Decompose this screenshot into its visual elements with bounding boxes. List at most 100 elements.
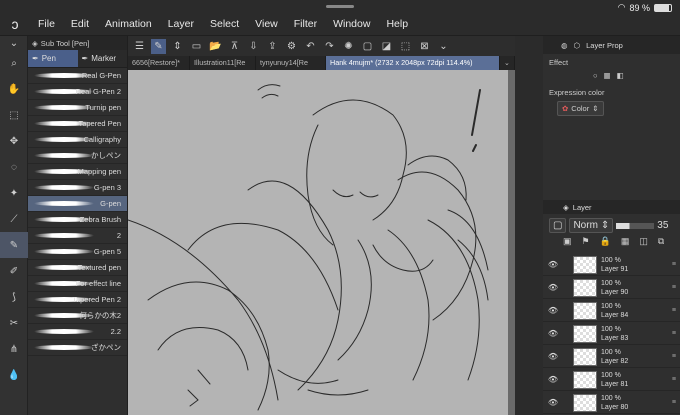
drawing-canvas[interactable] xyxy=(128,70,508,415)
menu-file[interactable]: File xyxy=(30,12,63,36)
brush-item[interactable]: 2 xyxy=(28,228,127,244)
layer-select-box[interactable]: ▢ xyxy=(549,218,567,233)
layer-property-icon[interactable]: ⬡ xyxy=(574,41,581,50)
tab-pen[interactable]: ✒ Pen xyxy=(28,50,78,67)
tab-layer[interactable]: Layer xyxy=(573,203,592,212)
pen-tool-icon[interactable]: ✎ xyxy=(0,232,28,258)
fill-icon[interactable]: ◪ xyxy=(379,39,394,54)
app-logo-icon[interactable]: ɔ xyxy=(0,12,30,36)
border-effect-icon[interactable]: ○ xyxy=(593,71,598,80)
layer-row[interactable]: 👁 100 % Layer 83 ≡ xyxy=(543,323,680,345)
brush-item[interactable]: かしペン xyxy=(28,148,127,164)
tab-layer-property[interactable]: Layer Prop xyxy=(586,41,623,50)
eye-icon[interactable]: 👁 xyxy=(547,306,559,315)
layer-row[interactable]: 👁 100 % Layer 80 ≡ xyxy=(543,392,680,414)
layer-menu-icon[interactable]: ≡ xyxy=(672,307,676,314)
brush-tool-icon[interactable]: ⟆ xyxy=(0,284,28,310)
brush-item[interactable]: Turnip pen xyxy=(28,100,127,116)
menu-filter[interactable]: Filter xyxy=(286,12,325,36)
chevron-updown-icon[interactable]: ⇕ xyxy=(170,39,185,54)
expression-color-select[interactable]: ✿ Color ⇕ xyxy=(557,101,604,116)
menu-view[interactable]: View xyxy=(247,12,286,36)
brush-item[interactable]: ざかペン xyxy=(28,340,127,356)
tool-property-icon[interactable]: ◍ xyxy=(561,41,568,50)
collapse-icon[interactable]: ⌄ xyxy=(436,39,451,54)
undo-icon[interactable]: ↶ xyxy=(303,39,318,54)
brush-item[interactable]: Tapered Pen 2 xyxy=(28,292,127,308)
layer-menu-icon[interactable]: ≡ xyxy=(672,353,676,360)
tabs-chevron-icon[interactable]: ⌄ xyxy=(500,56,515,70)
open-icon[interactable]: 📂 xyxy=(208,39,223,54)
clip-icon[interactable]: ▣ xyxy=(563,236,572,247)
brush-item[interactable]: G-pen 5 xyxy=(28,244,127,260)
tab-marker[interactable]: ✒ Marker xyxy=(78,50,128,67)
menu-select[interactable]: Select xyxy=(202,12,247,36)
drag-handle[interactable] xyxy=(326,5,354,8)
decoration-tool-icon[interactable]: ✂ xyxy=(0,310,28,336)
menu-layer[interactable]: Layer xyxy=(160,12,202,36)
canvas-scrollbar[interactable] xyxy=(508,70,515,415)
transform-icon[interactable]: ⬚ xyxy=(398,39,413,54)
tab-canvas-active[interactable]: Hank 4mujm* (2732 x 2048px 72dpi 114.4%) xyxy=(326,56,500,70)
menu-icon[interactable]: ☰ xyxy=(132,39,147,54)
eye-icon[interactable]: 👁 xyxy=(547,260,559,269)
lock-icon[interactable]: 🔒 xyxy=(600,236,611,247)
eye-icon[interactable]: 👁 xyxy=(547,375,559,384)
new-file-icon[interactable]: ▭ xyxy=(189,39,204,54)
color-effect-icon[interactable]: ◧ xyxy=(617,71,624,80)
brush-item[interactable]: For effect line xyxy=(28,276,127,292)
lock-alpha-icon[interactable]: ▦ xyxy=(621,236,630,247)
layer-menu-icon[interactable]: ≡ xyxy=(672,284,676,291)
layer-row[interactable]: 👁 100 % Layer 84 ≡ xyxy=(543,300,680,322)
layer-menu-icon[interactable]: ≡ xyxy=(672,261,676,268)
layer-row[interactable]: 👁 100 % Layer 90 ≡ xyxy=(543,277,680,299)
brush-item[interactable]: Calligraphy xyxy=(28,132,127,148)
opacity-slider[interactable] xyxy=(616,222,655,229)
export-icon[interactable]: ⇩ xyxy=(246,39,261,54)
pencil-tool-icon[interactable]: ✐ xyxy=(0,258,28,284)
blend-tool-icon[interactable]: 💧 xyxy=(0,362,28,388)
zoom-tool-icon[interactable]: ⌕ xyxy=(0,50,28,76)
operation-tool-icon[interactable]: ⬚ xyxy=(0,102,28,128)
layers-icon[interactable]: ◈ xyxy=(563,203,569,212)
save-icon[interactable]: ⊼ xyxy=(227,39,242,54)
menu-animation[interactable]: Animation xyxy=(97,12,160,36)
clear-icon[interactable]: ▢ xyxy=(360,39,375,54)
edit-icon[interactable]: ✎ xyxy=(151,38,166,54)
redo-icon[interactable]: ↷ xyxy=(322,39,337,54)
tab-canvas-1[interactable]: 6656[Restore]* xyxy=(128,56,190,70)
reference-icon[interactable]: ⚑ xyxy=(582,236,590,247)
menu-edit[interactable]: Edit xyxy=(63,12,97,36)
loading-icon[interactable]: ✺ xyxy=(341,39,356,54)
blend-mode-select[interactable]: Norm ⇕ xyxy=(569,218,614,233)
eye-icon[interactable]: 👁 xyxy=(547,283,559,292)
tab-canvas-3[interactable]: tynyunuy14[Re xyxy=(256,56,326,70)
menu-help[interactable]: Help xyxy=(378,12,416,36)
brush-item[interactable]: Tapered Pen xyxy=(28,116,127,132)
share-icon[interactable]: ⇪ xyxy=(265,39,280,54)
brush-item[interactable]: Mapping pen xyxy=(28,164,127,180)
menu-window[interactable]: Window xyxy=(325,12,378,36)
layer-menu-icon[interactable]: ≡ xyxy=(672,376,676,383)
lasso-tool-icon[interactable]: ◌ xyxy=(0,154,28,180)
brush-item[interactable]: Real G-Pen 2 xyxy=(28,84,127,100)
brush-item[interactable]: G-pen 3 xyxy=(28,180,127,196)
mask-icon[interactable]: ◫ xyxy=(639,236,648,247)
layer-row[interactable]: 👁 100 % Layer 82 ≡ xyxy=(543,346,680,368)
brush-item[interactable]: Real G-Pen xyxy=(28,68,127,84)
brush-item[interactable]: Textured pen xyxy=(28,260,127,276)
move-tool-icon[interactable]: ✥ xyxy=(0,128,28,154)
auto-select-icon[interactable]: ✦ xyxy=(0,180,28,206)
eye-icon[interactable]: 👁 xyxy=(547,352,559,361)
airbrush-icon[interactable]: ⋔ xyxy=(0,336,28,362)
brush-item[interactable]: G-pen xyxy=(28,196,127,212)
eye-icon[interactable]: 👁 xyxy=(547,329,559,338)
brush-item[interactable]: 2.2 xyxy=(28,324,127,340)
layer-menu-icon[interactable]: ≡ xyxy=(672,330,676,337)
snap-icon[interactable]: ⊠ xyxy=(417,39,432,54)
link-icon[interactable]: ⧉ xyxy=(658,236,664,247)
brush-item[interactable]: Zebra Brush xyxy=(28,212,127,228)
layer-row[interactable]: 👁 100 % Layer 81 ≡ xyxy=(543,369,680,391)
chevron-down-icon[interactable]: ⌄ xyxy=(0,36,28,50)
layer-menu-icon[interactable]: ≡ xyxy=(672,399,676,406)
